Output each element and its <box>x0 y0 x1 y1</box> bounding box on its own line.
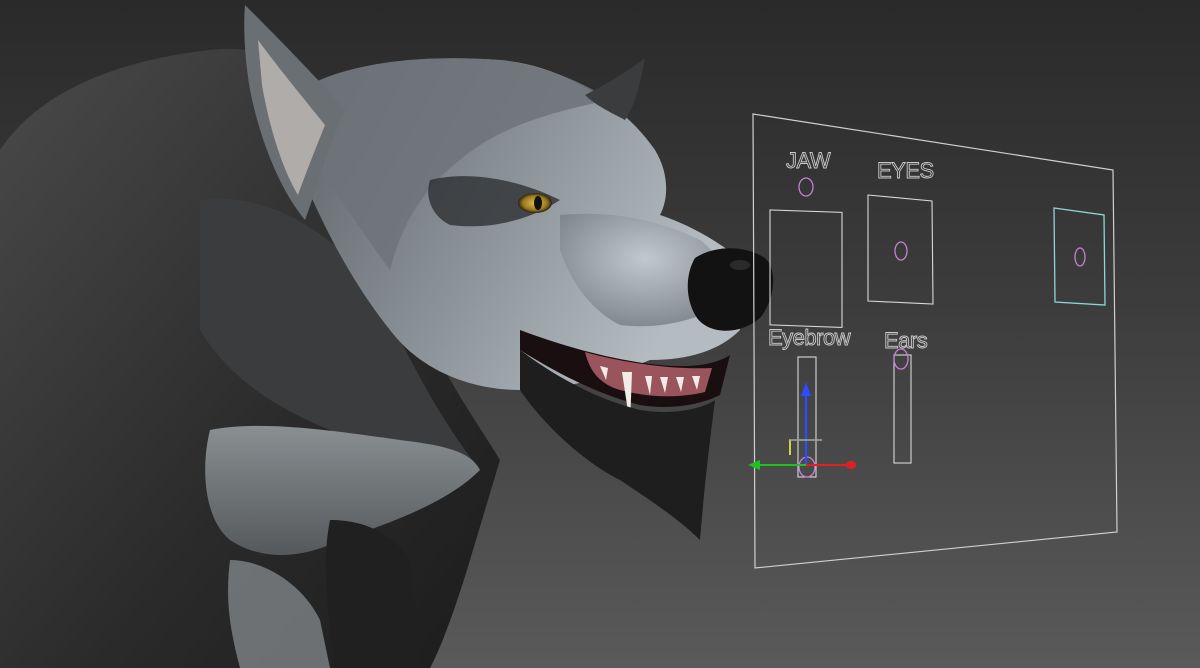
extra-control[interactable] <box>1053 207 1106 306</box>
3d-viewport[interactable]: JAW EYES Eyebrow Ears <box>0 0 1200 668</box>
wolf-model[interactable] <box>0 5 774 668</box>
eyes-label: EYES <box>877 158 934 183</box>
jaw-handle[interactable] <box>798 177 814 197</box>
viewport-scene: JAW EYES Eyebrow Ears <box>0 5 1118 668</box>
jaw-control-box <box>769 209 843 328</box>
extra-handle[interactable] <box>1074 247 1086 267</box>
eyes-control[interactable] <box>867 194 934 305</box>
eyebrow-label: Eyebrow <box>768 325 851 350</box>
facial-rig-panel[interactable]: JAW EYES Eyebrow Ears <box>748 113 1118 569</box>
eyes-handle[interactable] <box>894 241 908 261</box>
ears-slider-track <box>893 354 912 464</box>
jaw-control[interactable] <box>769 177 843 328</box>
eyes-control-box <box>867 194 934 305</box>
extra-control-box <box>1053 207 1106 306</box>
jaw-label: JAW <box>786 148 831 173</box>
wolf-nose <box>687 248 774 331</box>
transform-gizmo-icon[interactable] <box>748 382 856 470</box>
ears-label: Ears <box>884 328 928 353</box>
ears-control[interactable] <box>893 348 912 464</box>
